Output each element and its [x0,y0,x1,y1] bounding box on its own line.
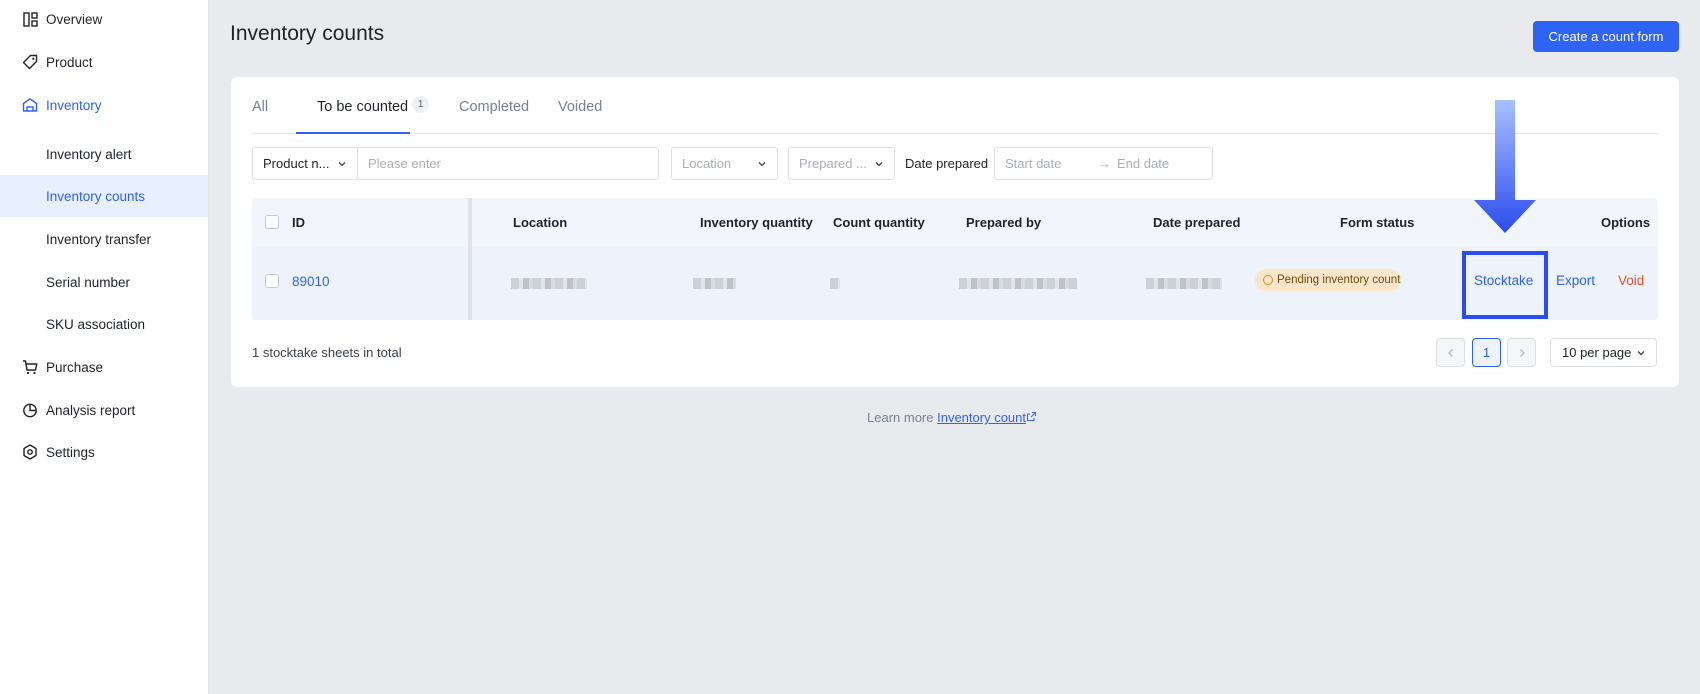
sidebar-item-label: Overview [46,11,103,27]
gear-icon [22,444,38,460]
date-range-picker[interactable]: Start date → End date [994,147,1213,180]
redacted-count-quantity [830,278,840,289]
counts-table: ID Location Inventory quantity Count qua… [252,198,1658,320]
count-id-link[interactable]: 89010 [292,274,330,289]
select-value: Product n... [263,156,330,171]
cart-icon [22,359,38,375]
total-count-text: 1 stocktake sheets in total [252,345,402,360]
sidebar-item-label: Inventory counts [46,188,146,204]
chevron-down-icon [758,162,766,167]
sidebar-item-label: SKU association [46,316,146,332]
tag-icon [22,54,38,70]
warehouse-icon [22,97,38,113]
inventory-count-help-link[interactable]: Inventory count [937,410,1026,425]
chevron-down-icon [338,162,346,167]
sidebar-item-product[interactable]: Product [0,41,208,83]
pie-chart-icon [22,402,38,418]
redacted-inventory-quantity [693,278,736,289]
fixed-column-divider [468,198,472,320]
prev-page-button[interactable] [1436,338,1465,367]
sidebar-item-sku-association[interactable]: SKU association [0,303,208,345]
status-tabs: All To be counted 1 Completed Voided [252,77,1658,134]
void-link[interactable]: Void [1618,273,1644,288]
sidebar-item-label: Inventory [46,97,102,113]
sidebar-item-label: Purchase [46,359,104,375]
end-date-placeholder: End date [1117,156,1170,171]
column-header-date-prepared: Date prepared [1153,215,1241,230]
column-header-form-status: Form status [1340,215,1415,230]
select-placeholder: Prepared ... [799,156,867,171]
sidebar-item-inventory-alert[interactable]: Inventory alert [0,133,208,175]
sidebar-item-inventory-counts[interactable]: Inventory counts [0,175,208,217]
column-header-options: Options [1601,215,1651,230]
sidebar-item-label: Settings [46,444,95,460]
tab-voided[interactable]: Voided [558,99,602,115]
sidebar-item-label: Product [46,54,93,70]
select-all-checkbox[interactable] [265,215,279,229]
column-header-count-quantity: Count quantity [833,215,925,230]
inventory-counts-card: All To be counted 1 Completed Voided Prod… [231,77,1679,387]
row-checkbox[interactable] [265,274,279,288]
status-badge: Pending inventory count [1255,269,1401,291]
sidebar-item-analysis-report[interactable]: Analysis report [0,389,208,431]
pending-icon [1263,275,1273,285]
sidebar-item-inventory[interactable]: Inventory [0,84,208,126]
table-row: 89010 Pending inventory count Stocktake … [252,247,1658,320]
select-placeholder: Location [682,156,732,171]
table-header: ID Location Inventory quantity Count qua… [252,198,1658,247]
tab-to-be-counted[interactable]: To be counted 1 [317,96,430,116]
sidebar-item-label: Analysis report [46,402,136,418]
prepared-by-select[interactable]: Prepared ... [788,147,895,180]
sidebar-item-settings[interactable]: Settings [0,431,208,473]
redacted-date-prepared [1146,278,1222,289]
arrow-right-icon: → [1098,156,1111,171]
help-link-text: Inventory count [937,410,1026,425]
sidebar-item-label: Serial number [46,274,131,290]
status-text: Pending inventory count [1277,274,1401,286]
column-header-location: Location [513,215,568,230]
chevron-down-icon [875,162,883,167]
chevron-left-icon [1447,348,1453,357]
sidebar-item-purchase[interactable]: Purchase [0,346,208,388]
tab-all[interactable]: All [252,99,268,115]
create-count-form-button[interactable]: Create a count form [1533,21,1679,52]
product-field-select[interactable]: Product n... [252,147,358,180]
learn-more: Learn more Inventory count [867,410,1037,425]
column-header-id: ID [292,215,305,230]
sidebar-item-label: Inventory transfer [46,231,152,247]
sidebar-item-inventory-transfer[interactable]: Inventory transfer [0,218,208,260]
chevron-right-icon [1519,348,1525,357]
page-button-current[interactable]: 1 [1472,338,1501,367]
external-link-icon [1027,412,1036,421]
page-title: Inventory counts [230,22,385,45]
sidebar-item-overview[interactable]: Overview [0,0,208,40]
next-page-button[interactable] [1507,338,1536,367]
page-size-select[interactable]: 10 per page [1550,338,1657,367]
redacted-prepared-by [959,278,1077,289]
active-tab-indicator [296,132,410,134]
annotation-arrow-icon [1474,100,1536,233]
export-link[interactable]: Export [1556,273,1595,288]
chevron-down-icon [1637,351,1645,356]
sidebar-item-label: Inventory alert [46,146,132,162]
start-date-placeholder: Start date [1005,156,1062,171]
sidebar: Overview Product Inventory Inventory ale… [0,0,209,694]
overview-icon [22,11,38,27]
learn-more-text: Learn more [867,410,934,425]
column-header-inventory-quantity: Inventory quantity [700,215,813,230]
location-select[interactable]: Location [671,147,778,180]
tab-completed[interactable]: Completed [459,99,529,115]
tab-label: To be counted [317,99,409,115]
sidebar-item-serial-number[interactable]: Serial number [0,261,208,303]
date-prepared-label: Date prepared [905,156,989,171]
count-badge: 1 [412,96,430,113]
column-header-prepared-by: Prepared by [966,215,1042,230]
search-input[interactable]: Please enter [357,147,659,180]
annotation-highlight-box [1462,251,1548,319]
redacted-location [511,278,587,289]
select-value: 10 per page [1562,345,1632,360]
input-placeholder: Please enter [368,156,441,171]
